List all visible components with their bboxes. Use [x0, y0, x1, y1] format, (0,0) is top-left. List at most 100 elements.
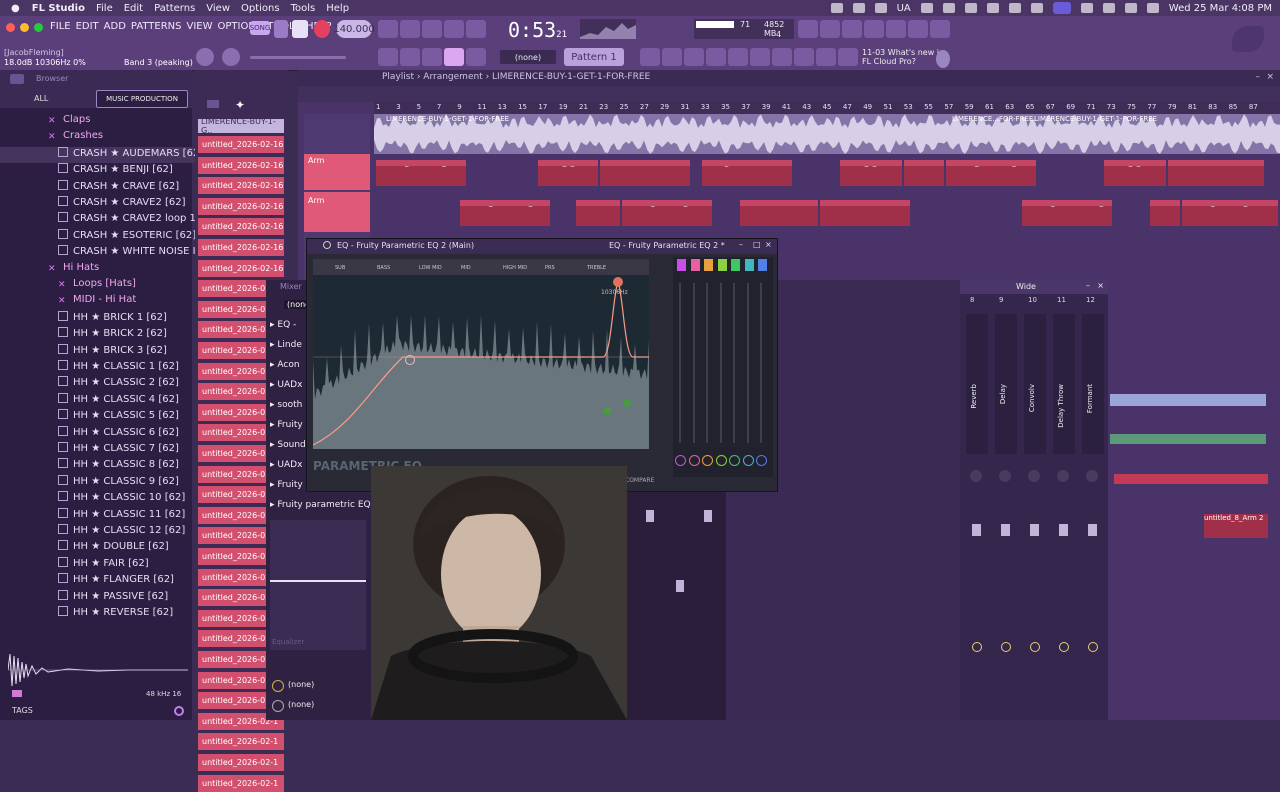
volume-fader[interactable] [1001, 524, 1010, 536]
arrow-icon[interactable] [400, 48, 420, 66]
pattern-clip[interactable]: untitled_20..11-29_Arm [376, 160, 466, 186]
menu-view[interactable]: View [206, 3, 230, 14]
pan-knob[interactable] [1028, 470, 1040, 482]
render-icon[interactable] [908, 20, 928, 38]
pattern-clip[interactable]: un.. [904, 160, 944, 186]
band-type-button[interactable] [758, 259, 767, 271]
playlist-breadcrumb[interactable]: Playlist › Arrangement › LIMERENCE-BUY-1… [382, 72, 650, 82]
save-icon[interactable] [886, 20, 906, 38]
eq-band-label[interactable]: PRS [545, 265, 555, 271]
browser-icon[interactable] [728, 48, 748, 66]
apple-icon[interactable]: ● [11, 3, 20, 14]
moon-icon[interactable] [920, 3, 933, 13]
account-icon[interactable] [1124, 3, 1137, 13]
playlist-minimize-icon[interactable]: – [1256, 72, 1261, 82]
battery-icon[interactable] [1008, 3, 1021, 13]
clip-strip[interactable] [1110, 434, 1266, 444]
master-slider[interactable] [250, 56, 346, 59]
status-icon[interactable] [874, 3, 887, 13]
eq-band-label[interactable]: BASS [377, 265, 390, 271]
volume-fader[interactable] [1088, 524, 1097, 536]
band-width-knob[interactable] [702, 455, 713, 466]
pattern-clip[interactable]: untitled_20..11-29_Arm [946, 160, 1036, 186]
band-width-knob[interactable] [688, 455, 700, 466]
status-icon[interactable] [852, 3, 865, 13]
pattern-clip[interactable]: un.. [740, 200, 818, 226]
pattern-clip[interactable]: untit.._Arm [702, 160, 792, 186]
band-level-slider[interactable] [692, 283, 695, 443]
band-width-knob[interactable] [756, 455, 767, 466]
stamp-icon[interactable] [466, 48, 486, 66]
cut-icon[interactable] [820, 20, 840, 38]
pattern-clip[interactable]: un.. [600, 160, 690, 186]
route-icon[interactable] [1001, 642, 1011, 652]
insert-slot[interactable]: ▸ Acon [270, 360, 300, 370]
channel-item[interactable]: untitled_2026-02-16 10.. [198, 239, 284, 256]
band-level-slider[interactable] [706, 283, 708, 443]
insert-slot[interactable]: ▸ Fruity [270, 480, 303, 490]
slot-icon[interactable] [272, 680, 284, 692]
control-center-icon[interactable] [1102, 3, 1115, 13]
slot-a[interactable]: (none) [288, 680, 314, 689]
siri-icon[interactable] [1146, 3, 1159, 13]
channel-rack-icon[interactable] [207, 100, 219, 108]
compare-button[interactable]: COMPARE [625, 477, 654, 484]
band-width-knob[interactable] [729, 455, 740, 466]
tempo-display[interactable]: 140.000 [333, 20, 375, 38]
clip-strip[interactable] [1114, 474, 1268, 484]
eq-graph[interactable]: SUB BASS LOW MID MID HIGH MID PRS TREBLE 10306… [313, 259, 649, 449]
band-width-knob[interactable] [715, 455, 727, 466]
metronome-icon[interactable] [378, 20, 398, 38]
volume-fader[interactable] [972, 524, 981, 536]
band-level-slider[interactable] [719, 283, 722, 443]
volume-icon[interactable] [986, 3, 999, 13]
pan-knob[interactable] [999, 470, 1011, 482]
record-icon[interactable] [314, 20, 330, 38]
gear-icon[interactable] [323, 241, 331, 249]
tab-all[interactable]: ALL [34, 94, 48, 103]
channel-item[interactable]: untitled_2026-02-16 10.. [198, 177, 284, 195]
channel-rack-icon[interactable] [662, 48, 682, 66]
news-panel[interactable]: 11-03 What's new in FL Cloud Pro? [862, 48, 944, 66]
pin-icon[interactable]: ✦ [235, 98, 245, 112]
insert-slot[interactable]: ▸ Fruity parametric EQ 2 [270, 500, 379, 510]
input-language[interactable]: UA [897, 3, 911, 14]
pattern-clip[interactable]: untitled_2..11-21_Arm [1182, 200, 1278, 226]
track-arm-selected[interactable]: Arm [304, 154, 370, 190]
eq-band-handle[interactable] [405, 355, 415, 365]
mic-icon[interactable] [842, 20, 862, 38]
mixer-close-icon[interactable]: × [1097, 281, 1104, 290]
close-window-icon[interactable] [6, 23, 15, 32]
fl-menu-view[interactable]: VIEW [187, 21, 213, 32]
status-icon[interactable] [942, 3, 955, 13]
band-type-button[interactable] [677, 259, 686, 271]
insert-slot[interactable]: ▸ EQ - [270, 320, 296, 330]
pattern-clip[interactable]: u.. [820, 200, 910, 226]
mixer-minimize-icon[interactable]: – [1086, 281, 1090, 290]
cart-icon[interactable] [838, 48, 858, 66]
pattern-clip[interactable]: untitl.._1_Arm [840, 160, 902, 186]
eq-band-label[interactable]: SUB [335, 265, 345, 271]
band-type-button[interactable] [690, 259, 700, 271]
eq-band-label[interactable]: MID [461, 265, 471, 271]
fader[interactable] [704, 510, 712, 522]
step-edit-icon[interactable] [444, 20, 464, 38]
pan-knob[interactable] [970, 470, 982, 482]
pattern-clip[interactable]: untitl.._1_Arm [538, 160, 598, 186]
pattern-selector[interactable]: Pattern 1 [564, 48, 624, 66]
search-icon[interactable] [1080, 3, 1093, 13]
touch-icon[interactable] [772, 48, 792, 66]
wait-input-icon[interactable] [400, 20, 420, 38]
search-icon[interactable] [174, 706, 184, 716]
route-icon[interactable] [972, 642, 982, 652]
pattern-clip[interactable]: un.. [1168, 160, 1264, 186]
plugin-db-icon[interactable] [750, 48, 770, 66]
menu-app-name[interactable]: FL Studio [32, 3, 85, 14]
slot-b[interactable]: (none) [288, 700, 314, 709]
piano-icon[interactable] [378, 48, 398, 66]
band-type-button[interactable] [717, 259, 727, 271]
channel-item[interactable]: untitled_2026-02-16 10.. [198, 136, 284, 153]
menu-patterns[interactable]: Patterns [154, 3, 195, 14]
mixer-icon[interactable] [706, 48, 726, 66]
band-width-knob[interactable] [675, 455, 686, 466]
